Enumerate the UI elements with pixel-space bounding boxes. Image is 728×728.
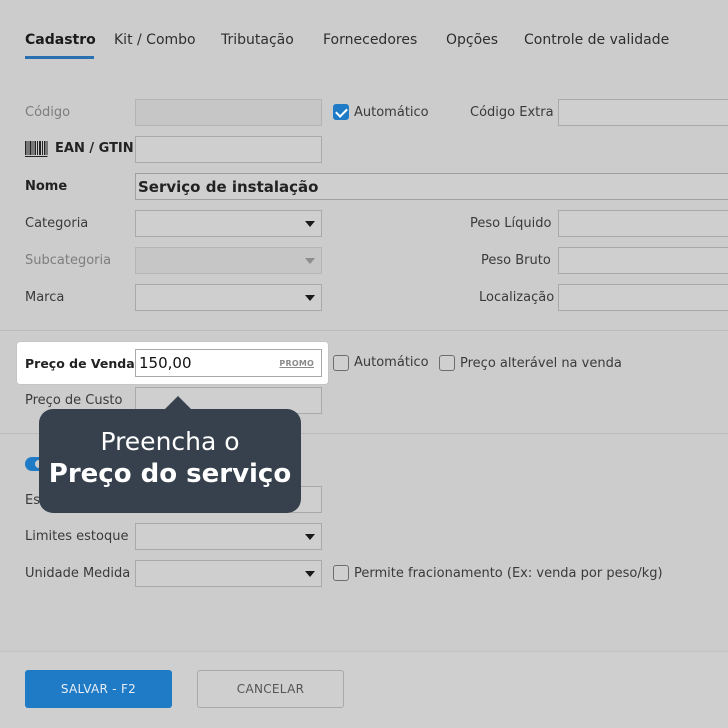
localizacao-input[interactable] <box>558 284 728 311</box>
preco-custo-label: Preço de Custo <box>25 393 123 408</box>
ean-input[interactable] <box>135 136 322 163</box>
unidade-medida-label: Unidade Medida <box>25 566 131 581</box>
tab-opcoes[interactable]: Opções <box>446 32 498 48</box>
tooltip-line1: Preencha o <box>100 427 240 456</box>
nome-label: Nome <box>25 179 68 194</box>
promo-link[interactable]: PROMO <box>279 359 314 368</box>
preco-automatico-label: Automático <box>354 355 429 370</box>
chevron-down-icon <box>305 534 315 540</box>
limites-estoque-label: Limites estoque <box>25 529 129 544</box>
chevron-down-icon <box>305 571 315 577</box>
tab-controle-validade[interactable]: Controle de validade <box>524 32 669 48</box>
unidade-medida-select[interactable] <box>135 560 322 587</box>
nome-value: Serviço de instalação <box>138 178 319 196</box>
estoque-label: Es <box>25 493 40 508</box>
barcode-icon <box>25 141 48 157</box>
tab-tributacao[interactable]: Tributação <box>221 32 294 48</box>
peso-liquido-input[interactable] <box>558 210 728 237</box>
marca-select[interactable] <box>135 284 322 311</box>
codigo-extra-input[interactable] <box>558 99 728 126</box>
section-divider <box>0 330 728 331</box>
tab-kit-combo[interactable]: Kit / Combo <box>114 32 196 48</box>
preco-venda-input[interactable]: 150,00 PROMO <box>135 349 322 377</box>
preco-automatico-checkbox[interactable] <box>333 355 349 371</box>
nome-input[interactable]: Serviço de instalação <box>135 173 728 200</box>
codigo-input[interactable] <box>135 99 322 126</box>
codigo-label: Código <box>25 105 71 120</box>
tooltip-arrow <box>164 396 192 410</box>
tab-fornecedores[interactable]: Fornecedores <box>323 32 417 48</box>
codigo-extra-label: Código Extra <box>470 105 554 120</box>
preco-alteravel-label: Preço alterável na venda <box>460 356 622 371</box>
ean-label: EAN / GTIN <box>55 141 134 156</box>
chevron-down-icon <box>305 221 315 227</box>
categoria-label: Categoria <box>25 216 89 231</box>
subcategoria-label: Subcategoria <box>25 253 112 268</box>
fracionamento-label: Permite fracionamento (Ex: venda por pes… <box>354 566 663 581</box>
localizacao-label: Localização <box>479 290 555 305</box>
chevron-down-icon <box>305 258 315 264</box>
active-tab-indicator <box>25 56 94 59</box>
preco-venda-label: Preço de Venda <box>25 356 135 371</box>
preco-alteravel-checkbox[interactable] <box>439 355 455 371</box>
tooltip: Preencha o Preço do serviço <box>39 409 301 513</box>
peso-bruto-input[interactable] <box>558 247 728 274</box>
categoria-select[interactable] <box>135 210 322 237</box>
save-button[interactable]: SALVAR - F2 <box>25 670 172 708</box>
limites-estoque-select[interactable] <box>135 523 322 550</box>
marca-label: Marca <box>25 290 65 305</box>
tooltip-line2: Preço do serviço <box>48 459 292 489</box>
cancel-button[interactable]: CANCELAR <box>197 670 344 708</box>
peso-bruto-label: Peso Bruto <box>481 253 551 268</box>
preco-venda-value: 150,00 <box>139 354 192 372</box>
subcategoria-select[interactable] <box>135 247 322 274</box>
peso-liquido-label: Peso Líquido <box>470 216 552 231</box>
codigo-automatico-label: Automático <box>354 105 429 120</box>
fracionamento-checkbox[interactable] <box>333 565 349 581</box>
tab-bar: Cadastro Kit / Combo Tributação Forneced… <box>0 0 728 70</box>
tab-cadastro[interactable]: Cadastro <box>25 32 96 48</box>
chevron-down-icon <box>305 295 315 301</box>
codigo-automatico-checkbox[interactable] <box>333 104 349 120</box>
